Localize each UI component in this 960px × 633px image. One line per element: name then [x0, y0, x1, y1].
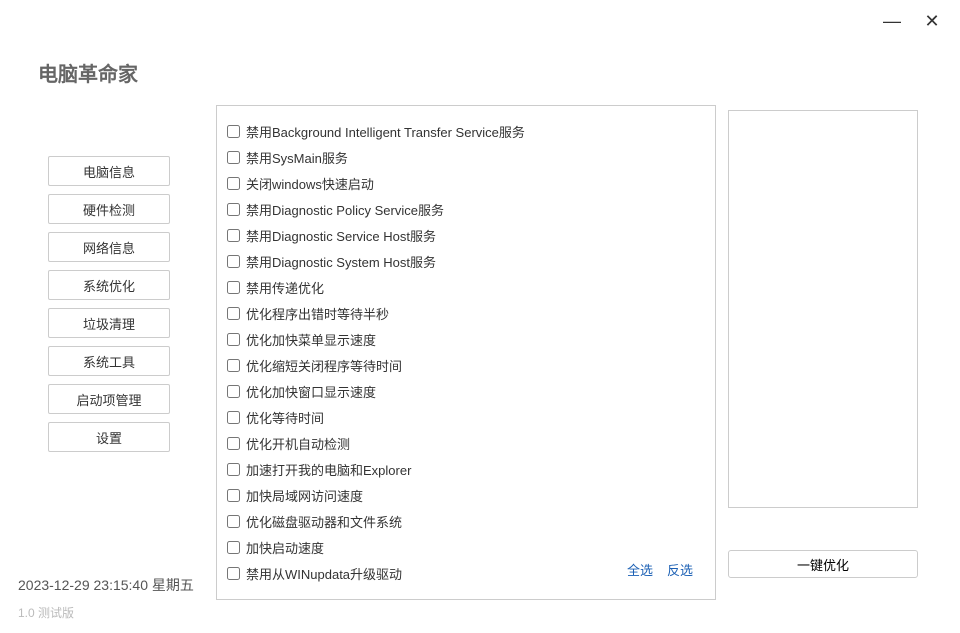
- optimize-checkbox[interactable]: [227, 515, 240, 528]
- sidebar-item-pc-info[interactable]: 电脑信息: [48, 156, 170, 186]
- optimize-item: 禁用Diagnostic System Host服务: [227, 248, 705, 274]
- optimize-item: 禁用Diagnostic Service Host服务: [227, 222, 705, 248]
- optimize-checkbox[interactable]: [227, 307, 240, 320]
- optimize-checkbox[interactable]: [227, 333, 240, 346]
- optimize-item-label[interactable]: 禁用Diagnostic Service Host服务: [246, 226, 436, 245]
- optimize-checkbox[interactable]: [227, 203, 240, 216]
- window-controls: — ✕: [882, 12, 942, 30]
- invert-select-link[interactable]: 反选: [667, 560, 693, 579]
- optimize-item-label[interactable]: 禁用Diagnostic System Host服务: [246, 252, 436, 271]
- optimize-item: 加快启动速度: [227, 534, 705, 560]
- optimize-checkbox[interactable]: [227, 385, 240, 398]
- optimize-checkbox[interactable]: [227, 489, 240, 502]
- optimize-checkbox[interactable]: [227, 411, 240, 424]
- sidebar: 电脑信息硬件检测网络信息系统优化垃圾清理系统工具启动项管理设置: [48, 156, 170, 452]
- optimize-item: 优化开机自动检测: [227, 430, 705, 456]
- sidebar-item-startup[interactable]: 启动项管理: [48, 384, 170, 414]
- optimize-item-label[interactable]: 关闭windows快速启动: [246, 174, 374, 193]
- optimize-checkbox[interactable]: [227, 177, 240, 190]
- optimize-panel: 禁用Background Intelligent Transfer Servic…: [216, 105, 716, 600]
- sidebar-item-sys-tools[interactable]: 系统工具: [48, 346, 170, 376]
- optimize-item: 优化程序出错时等待半秒: [227, 300, 705, 326]
- optimize-checkbox[interactable]: [227, 463, 240, 476]
- select-links: 全选 反选: [627, 560, 693, 579]
- optimize-item: 加速打开我的电脑和Explorer: [227, 456, 705, 482]
- optimize-item-label[interactable]: 优化等待时间: [246, 408, 324, 427]
- optimize-item: 禁用Diagnostic Policy Service服务: [227, 196, 705, 222]
- sidebar-item-junk-clean[interactable]: 垃圾清理: [48, 308, 170, 338]
- optimize-item: 禁用SysMain服务: [227, 144, 705, 170]
- close-button[interactable]: ✕: [922, 12, 942, 30]
- optimize-item-label[interactable]: 禁用Background Intelligent Transfer Servic…: [246, 122, 525, 141]
- app-title: 电脑革命家: [38, 58, 138, 87]
- sidebar-item-sys-opt[interactable]: 系统优化: [48, 270, 170, 300]
- optimize-checkbox[interactable]: [227, 567, 240, 580]
- optimize-item-label[interactable]: 禁用SysMain服务: [246, 148, 348, 167]
- select-all-link[interactable]: 全选: [627, 560, 653, 579]
- optimize-item-label[interactable]: 禁用传递优化: [246, 278, 324, 297]
- optimize-checkbox[interactable]: [227, 125, 240, 138]
- optimize-checkbox[interactable]: [227, 359, 240, 372]
- optimize-item: 优化磁盘驱动器和文件系统: [227, 508, 705, 534]
- optimize-item-label[interactable]: 禁用从WINupdata升级驱动: [246, 564, 402, 583]
- optimize-list: 禁用Background Intelligent Transfer Servic…: [227, 118, 705, 586]
- optimize-item: 优化加快菜单显示速度: [227, 326, 705, 352]
- datetime-label: 2023-12-29 23:15:40 星期五: [18, 575, 194, 595]
- optimize-button[interactable]: 一键优化: [728, 550, 918, 578]
- optimize-checkbox[interactable]: [227, 281, 240, 294]
- minimize-button[interactable]: —: [882, 12, 902, 30]
- optimize-item: 加快局域网访问速度: [227, 482, 705, 508]
- optimize-checkbox[interactable]: [227, 151, 240, 164]
- optimize-item: 优化等待时间: [227, 404, 705, 430]
- sidebar-item-settings[interactable]: 设置: [48, 422, 170, 452]
- optimize-checkbox[interactable]: [227, 255, 240, 268]
- optimize-item: 优化缩短关闭程序等待时间: [227, 352, 705, 378]
- optimize-item-label[interactable]: 加速打开我的电脑和Explorer: [246, 460, 411, 479]
- side-output-panel: [728, 110, 918, 508]
- optimize-checkbox[interactable]: [227, 541, 240, 554]
- optimize-item-label[interactable]: 禁用Diagnostic Policy Service服务: [246, 200, 444, 219]
- optimize-item-label[interactable]: 优化磁盘驱动器和文件系统: [246, 512, 402, 531]
- optimize-checkbox[interactable]: [227, 229, 240, 242]
- optimize-item: 禁用传递优化: [227, 274, 705, 300]
- optimize-item: 关闭windows快速启动: [227, 170, 705, 196]
- optimize-item-label[interactable]: 优化加快菜单显示速度: [246, 330, 376, 349]
- optimize-item-label[interactable]: 优化加快窗口显示速度: [246, 382, 376, 401]
- optimize-item: 禁用Background Intelligent Transfer Servic…: [227, 118, 705, 144]
- optimize-checkbox[interactable]: [227, 437, 240, 450]
- optimize-item-label[interactable]: 优化程序出错时等待半秒: [246, 304, 389, 323]
- optimize-item: 优化加快窗口显示速度: [227, 378, 705, 404]
- optimize-item-label[interactable]: 加快局域网访问速度: [246, 486, 363, 505]
- sidebar-item-net-info[interactable]: 网络信息: [48, 232, 170, 262]
- optimize-item-label[interactable]: 加快启动速度: [246, 538, 324, 557]
- optimize-item-label[interactable]: 优化缩短关闭程序等待时间: [246, 356, 402, 375]
- sidebar-item-hw-check[interactable]: 硬件检测: [48, 194, 170, 224]
- optimize-item-label[interactable]: 优化开机自动检测: [246, 434, 350, 453]
- version-label: 1.0 测试版: [18, 604, 74, 621]
